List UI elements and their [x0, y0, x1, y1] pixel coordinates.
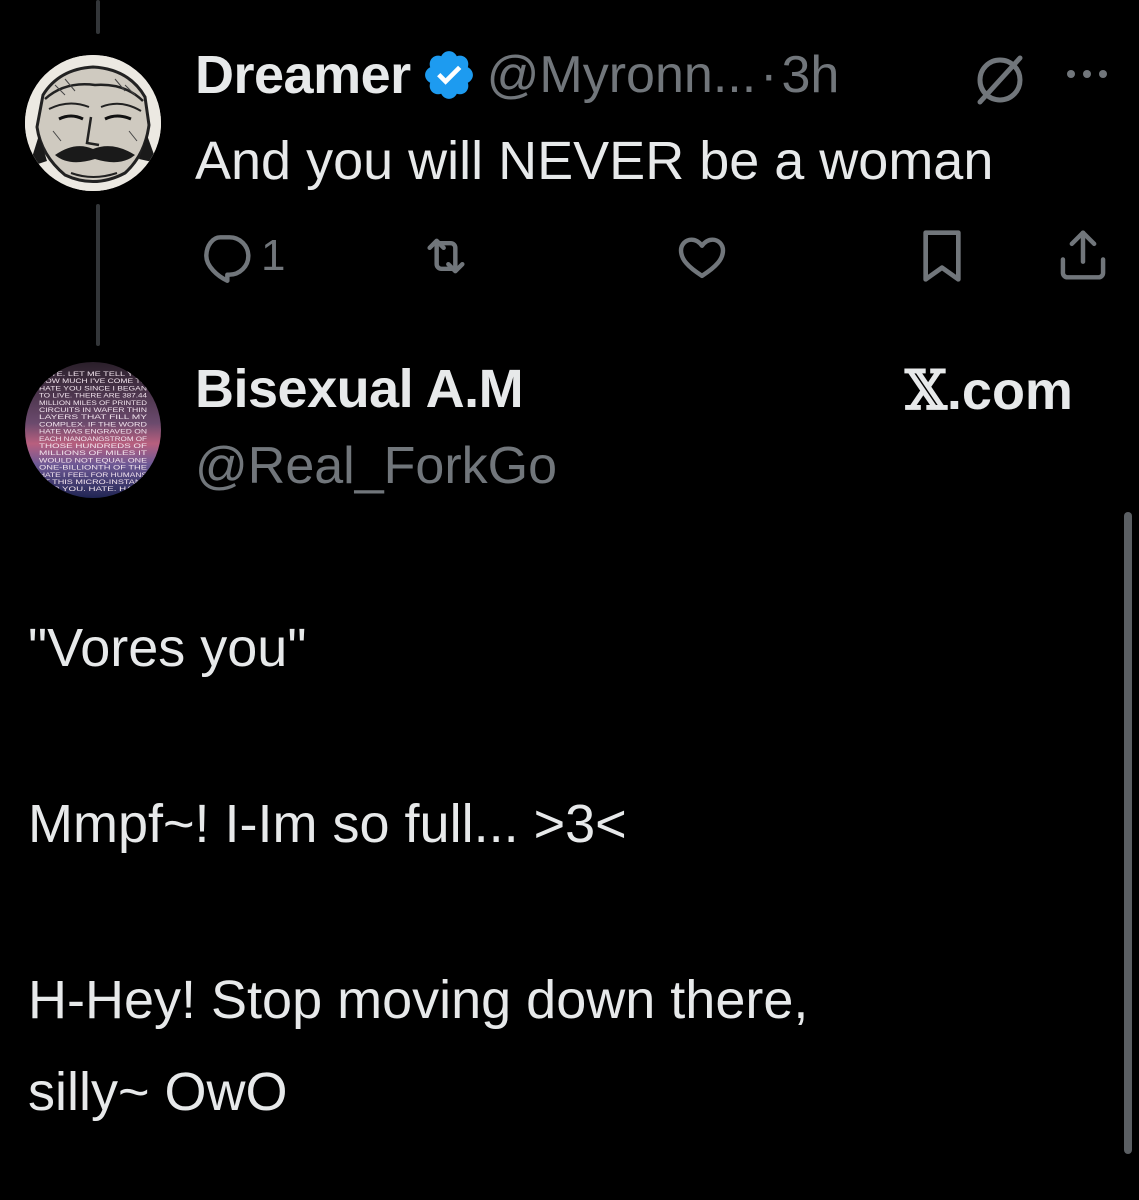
- post-line-2: Mmpf~! I-Im so full... >3<: [28, 794, 627, 854]
- avatar-text-line: CIRCUITS IN WAFER THIN: [39, 407, 147, 414]
- avatar-text-line: MILLION MILES OF PRINTED: [39, 400, 148, 407]
- reply-icon: [197, 228, 253, 284]
- avatar-text-line: WOULD NOT EQUAL ONE: [39, 457, 147, 464]
- thread-line-top: [96, 0, 100, 34]
- scrollbar[interactable]: [1124, 512, 1132, 1154]
- site-label: 𝕏.com: [905, 358, 1073, 422]
- avatar-text-line: EACH NANOANGSTROM OF: [39, 436, 147, 443]
- avatar-text-line: AT THIS MICRO-INSTANT: [39, 479, 147, 486]
- profile-avatar[interactable]: HATE. LET ME TELL YOU HOW MUCH I'VE COME …: [25, 362, 161, 498]
- avatar-text-line: TO LIVE. THERE ARE 387.44: [39, 393, 148, 400]
- share-icon: [1056, 226, 1110, 284]
- avatar-text-line: LAYERS THAT FILL MY: [39, 414, 147, 421]
- grok-icon[interactable]: [970, 50, 1030, 110]
- tweet-text: And you will NEVER be a woman: [195, 131, 994, 191]
- bookmark-button[interactable]: [918, 228, 966, 284]
- share-button[interactable]: [1056, 226, 1110, 284]
- avatar-text-line: HATE I FEEL FOR HUMANS: [39, 472, 147, 479]
- avatar-text-line: HOW MUCH I'VE COME TO: [39, 378, 147, 385]
- avatar-portrait-icon: [25, 55, 161, 191]
- avatar-text-line: COMPLEX. IF THE WORD: [39, 421, 148, 428]
- post-line-4: silly~ OwO: [28, 1062, 288, 1122]
- bookmark-icon: [918, 228, 966, 284]
- tweet-header: Dreamer @Myronn... · 3h: [195, 40, 839, 110]
- more-icon[interactable]: [1065, 62, 1109, 86]
- author-name[interactable]: Dreamer: [195, 44, 411, 106]
- post-line-1: "Vores you": [28, 618, 307, 678]
- avatar-text-line: ONE-BILLIONTH OF THE: [39, 465, 147, 472]
- thread-line: [96, 204, 100, 346]
- avatar-text-line: FOR YOU. HATE. HATE.: [39, 486, 147, 493]
- tweet-time[interactable]: 3h: [782, 45, 840, 105]
- retweet-icon: [416, 228, 476, 284]
- avatar[interactable]: [25, 55, 161, 191]
- x-logo-icon: 𝕏: [905, 358, 947, 422]
- avatar-text-line: HATE YOU SINCE I BEGAN: [39, 385, 147, 392]
- like-icon: [672, 228, 732, 284]
- avatar-text-line: HATE WAS ENGRAVED ON: [39, 429, 147, 436]
- retweet-button[interactable]: [416, 228, 476, 284]
- post-line-3: H-Hey! Stop moving down there,: [28, 970, 809, 1030]
- site-domain: .com: [946, 361, 1073, 421]
- author-handle[interactable]: @Myronn...: [487, 45, 757, 105]
- reply-button[interactable]: 1: [197, 228, 285, 284]
- avatar-text-line: HATE. LET ME TELL YOU: [39, 371, 147, 378]
- separator-dot: ·: [760, 46, 778, 104]
- verified-badge-icon: [421, 47, 477, 103]
- profile-name[interactable]: Bisexual A.M: [195, 358, 524, 420]
- avatar-text-line: THOSE HUNDREDS OF: [39, 443, 147, 450]
- profile-handle[interactable]: @Real_ForkGo: [195, 436, 557, 496]
- like-button[interactable]: [672, 228, 732, 284]
- avatar-text-line: MILLIONS OF MILES IT: [39, 450, 147, 457]
- reply-count: 1: [261, 231, 286, 280]
